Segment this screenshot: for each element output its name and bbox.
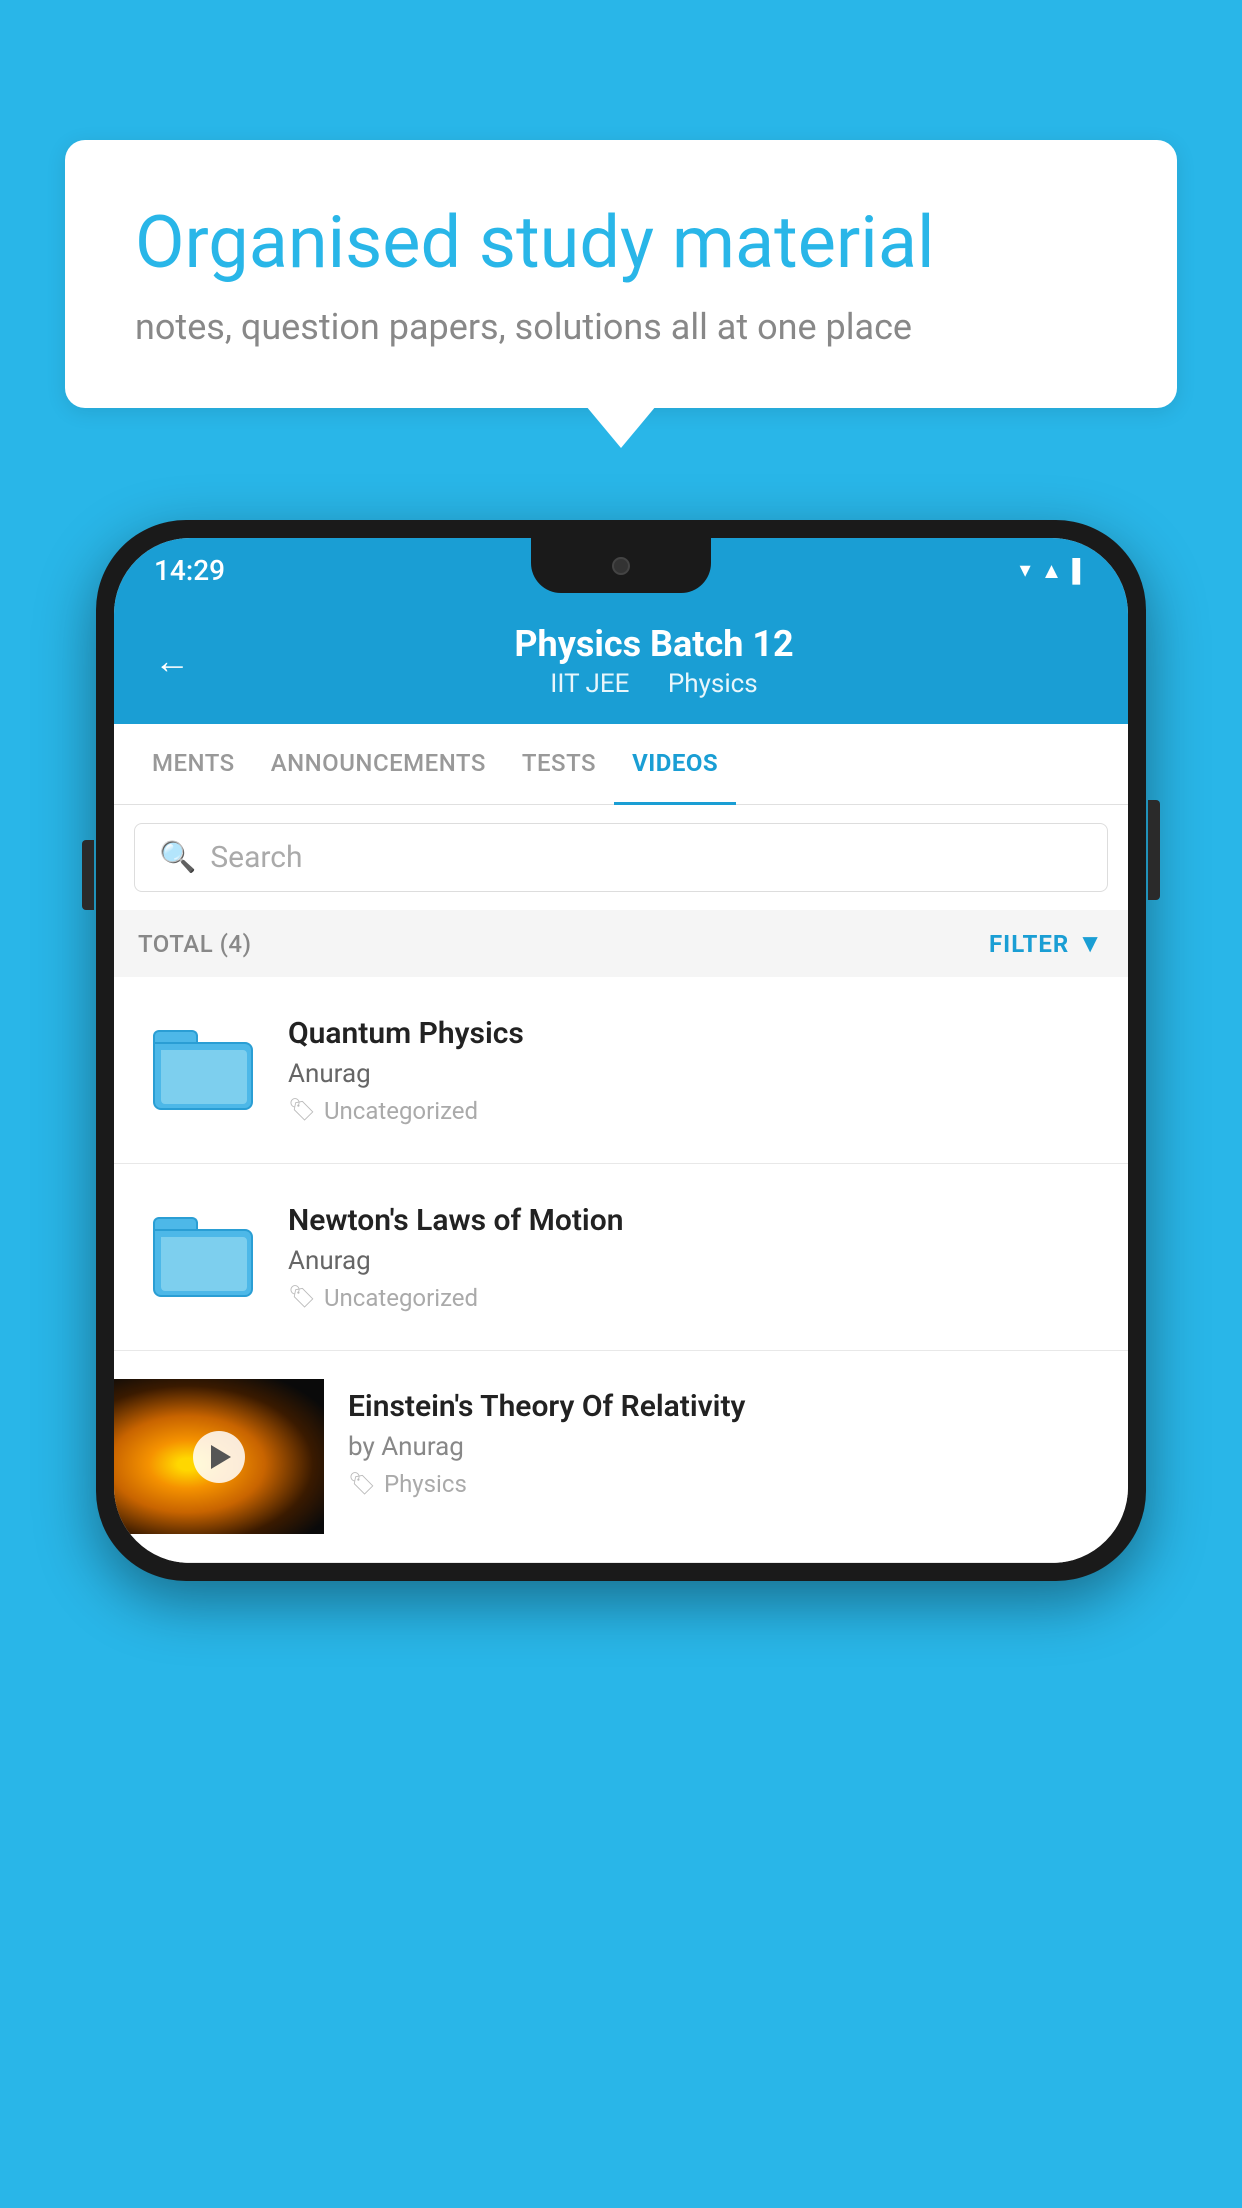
video-title: Quantum Physics xyxy=(288,1016,1104,1051)
folder-icon xyxy=(153,1217,253,1297)
list-item[interactable]: Einstein's Theory Of Relativity by Anura… xyxy=(114,1351,1128,1563)
search-bar[interactable]: 🔍 Search xyxy=(134,823,1108,892)
wifi-icon: ▾ xyxy=(1020,558,1031,583)
video-title: Einstein's Theory Of Relativity xyxy=(348,1389,1104,1424)
video-info-quantum: Quantum Physics Anurag 🏷 Uncategorized xyxy=(288,1016,1104,1125)
phone-outer: 14:29 ▾ ▲ ▌ ← Physics Batch 12 IIT JEE xyxy=(96,520,1146,1581)
tag-label: Uncategorized xyxy=(324,1284,478,1312)
status-icons: ▾ ▲ ▌ xyxy=(1020,558,1088,584)
phone-inner: 14:29 ▾ ▲ ▌ ← Physics Batch 12 IIT JEE xyxy=(114,538,1128,1563)
tag-icon: 🏷 xyxy=(288,1285,316,1310)
video-list: Quantum Physics Anurag 🏷 Uncategorized xyxy=(114,977,1128,1563)
video-thumbnail-einstein xyxy=(114,1379,324,1534)
filter-funnel-icon: ▼ xyxy=(1077,928,1104,959)
subtitle-iitjee: IIT JEE xyxy=(550,669,629,699)
video-thumb-newton xyxy=(138,1192,268,1322)
subtitle-physics: Physics xyxy=(668,669,758,699)
header-title: Physics Batch 12 xyxy=(220,623,1088,665)
app-header: ← Physics Batch 12 IIT JEE Physics xyxy=(114,603,1128,724)
status-time: 14:29 xyxy=(154,554,225,587)
video-info-einstein: Einstein's Theory Of Relativity by Anura… xyxy=(324,1379,1128,1508)
play-triangle-icon xyxy=(211,1445,231,1469)
list-item[interactable]: Quantum Physics Anurag 🏷 Uncategorized xyxy=(114,977,1128,1164)
video-tag: 🏷 Uncategorized xyxy=(288,1284,1104,1312)
filter-label: FILTER xyxy=(989,930,1069,958)
search-placeholder: Search xyxy=(210,840,302,875)
video-author: by Anurag xyxy=(348,1432,1104,1462)
video-tag: 🏷 Uncategorized xyxy=(288,1097,1104,1125)
phone-mockup: 14:29 ▾ ▲ ▌ ← Physics Batch 12 IIT JEE xyxy=(96,520,1146,1581)
tag-icon: 🏷 xyxy=(348,1472,376,1497)
play-button[interactable] xyxy=(193,1431,245,1483)
total-count-label: TOTAL (4) xyxy=(138,930,251,958)
search-icon: 🔍 xyxy=(159,840,196,875)
video-info-newton: Newton's Laws of Motion Anurag 🏷 Uncateg… xyxy=(288,1203,1104,1312)
speech-bubble-headline: Organised study material xyxy=(135,200,1107,286)
notch xyxy=(531,538,711,593)
tag-icon: 🏷 xyxy=(288,1098,316,1123)
folder-icon xyxy=(153,1030,253,1110)
tab-ments[interactable]: MENTS xyxy=(134,724,253,805)
video-title: Newton's Laws of Motion xyxy=(288,1203,1104,1238)
speech-bubble-subtext: notes, question papers, solutions all at… xyxy=(135,306,1107,348)
filter-button[interactable]: FILTER ▼ xyxy=(989,928,1104,959)
speech-bubble-container: Organised study material notes, question… xyxy=(65,140,1177,408)
signal-icon: ▲ xyxy=(1041,558,1063,584)
tabs-bar: MENTS ANNOUNCEMENTS TESTS VIDEOS xyxy=(114,724,1128,805)
filter-row: TOTAL (4) FILTER ▼ xyxy=(114,910,1128,977)
notch-camera xyxy=(612,557,630,575)
video-author: Anurag xyxy=(288,1246,1104,1276)
back-button[interactable]: ← xyxy=(154,640,190,682)
header-title-group: Physics Batch 12 IIT JEE Physics xyxy=(220,623,1088,699)
search-container: 🔍 Search xyxy=(114,805,1128,910)
battery-icon: ▌ xyxy=(1072,558,1088,584)
tag-label: Uncategorized xyxy=(324,1097,478,1125)
list-item[interactable]: Newton's Laws of Motion Anurag 🏷 Uncateg… xyxy=(114,1164,1128,1351)
video-tag: 🏷 Physics xyxy=(348,1470,1104,1498)
header-subtitle: IIT JEE Physics xyxy=(220,669,1088,699)
video-thumb-quantum xyxy=(138,1005,268,1135)
status-bar: 14:29 ▾ ▲ ▌ xyxy=(114,538,1128,603)
speech-bubble: Organised study material notes, question… xyxy=(65,140,1177,408)
tab-videos[interactable]: VIDEOS xyxy=(614,724,736,805)
tag-label: Physics xyxy=(384,1470,467,1498)
tab-announcements[interactable]: ANNOUNCEMENTS xyxy=(253,724,504,805)
video-author: Anurag xyxy=(288,1059,1104,1089)
tab-tests[interactable]: TESTS xyxy=(504,724,614,805)
